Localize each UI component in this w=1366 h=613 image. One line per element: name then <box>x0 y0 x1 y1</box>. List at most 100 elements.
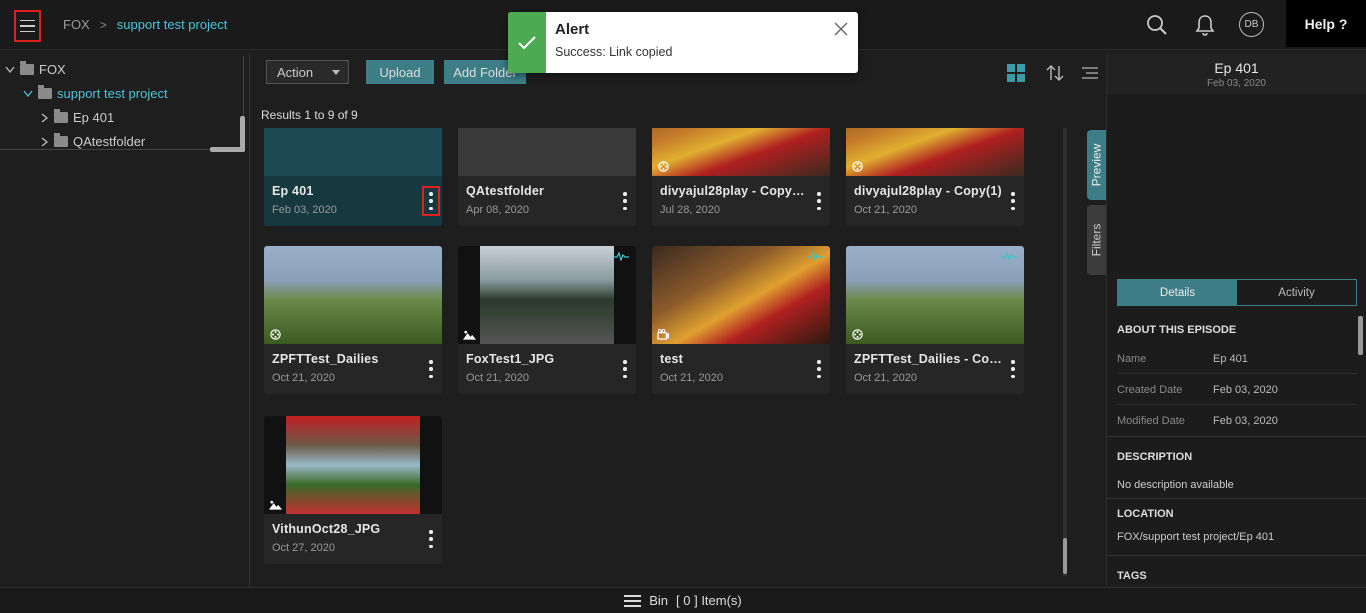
results-count: Results 1 to 9 of 9 <box>261 108 358 122</box>
scroll-thumb[interactable] <box>1063 538 1067 574</box>
more-options-icon[interactable] <box>428 530 434 548</box>
action-dropdown[interactable]: Action <box>266 60 349 84</box>
grid-view-icon[interactable] <box>1007 64 1025 82</box>
about-heading: ABOUT THIS EPISODE <box>1117 324 1237 336</box>
asset-title[interactable]: VithunOct28_JPG <box>272 522 420 536</box>
asset-card[interactable]: divyajul28play - Copy (1) Jul 28, 2020 <box>652 128 830 226</box>
close-icon[interactable] <box>834 22 848 36</box>
search-icon[interactable] <box>1144 12 1170 38</box>
asset-title[interactable]: ZPFTTest_Dailies <box>272 352 420 366</box>
asset-title[interactable]: test <box>660 352 808 366</box>
asset-card[interactable]: ZPFTTest_Dailies - Copy... Oct 21, 2020 <box>846 246 1024 394</box>
sort-icon[interactable] <box>1046 64 1064 82</box>
tab-details[interactable]: Details <box>1118 280 1237 305</box>
asset-title[interactable]: divyajul28play - Copy(1) <box>854 184 1002 198</box>
asset-thumbnail[interactable] <box>652 246 830 344</box>
chevron-right-icon[interactable] <box>41 112 49 123</box>
alert-title: Alert <box>555 21 590 38</box>
asset-title[interactable]: FoxTest1_JPG <box>466 352 614 366</box>
folder-icon <box>38 85 52 99</box>
asset-card[interactable]: FoxTest1_JPG Oct 21, 2020 <box>458 246 636 394</box>
grid-scrollbar[interactable] <box>1063 128 1067 576</box>
chevron-down-icon[interactable] <box>23 90 33 98</box>
asset-card[interactable]: VithunOct28_JPG Oct 27, 2020 <box>264 416 442 564</box>
breadcrumb-current[interactable]: support test project <box>117 17 228 32</box>
bin-bar[interactable]: Bin [ 0 ] Item(s) <box>0 587 1366 613</box>
menu-icon[interactable] <box>14 10 41 42</box>
location-heading: LOCATION <box>1117 508 1174 520</box>
asset-thumbnail[interactable] <box>652 128 830 176</box>
asset-thumbnail[interactable] <box>264 246 442 344</box>
image-icon <box>463 330 476 340</box>
asset-title[interactable]: QAtestfolder <box>466 184 614 198</box>
more-options-icon[interactable] <box>428 360 434 378</box>
breadcrumb-root[interactable]: FOX <box>63 17 90 32</box>
asset-thumbnail[interactable] <box>264 128 442 176</box>
more-options-icon[interactable] <box>816 360 822 378</box>
asset-thumbnail[interactable] <box>846 128 1024 176</box>
film-reel-icon <box>852 161 863 172</box>
more-options-icon[interactable] <box>422 186 440 216</box>
asset-meta: FoxTest1_JPG Oct 21, 2020 <box>458 344 636 394</box>
description-heading: DESCRIPTION <box>1117 451 1193 463</box>
details-header: Ep 401 Feb 03, 2020 <box>1107 54 1366 94</box>
asset-date: Oct 21, 2020 <box>660 372 723 384</box>
horizontal-scrollbar[interactable] <box>210 147 245 152</box>
breadcrumb: FOX > support test project <box>63 17 227 32</box>
divider <box>1107 498 1366 499</box>
asset-date: Oct 21, 2020 <box>854 372 917 384</box>
more-options-icon[interactable] <box>622 360 628 378</box>
tree-item-qatestfolder[interactable]: QAtestfolder <box>41 133 145 149</box>
asset-card[interactable]: QAtestfolder Apr 08, 2020 <box>458 128 636 226</box>
tab-filters[interactable]: Filters <box>1087 205 1106 275</box>
tab-activity[interactable]: Activity <box>1237 280 1356 305</box>
location-text: FOX/support test project/Ep 401 <box>1117 531 1275 543</box>
details-scrollbar[interactable] <box>1358 316 1363 355</box>
folder-tree: FOX support test project Ep 401 QAtestfo… <box>0 54 250 586</box>
film-reel-icon <box>658 161 669 172</box>
tab-filters-label: Filters <box>1089 223 1104 257</box>
tree-item-support-test-project[interactable]: support test project <box>23 85 168 101</box>
asset-thumbnail[interactable] <box>846 246 1024 344</box>
upload-button[interactable]: Upload <box>366 60 434 84</box>
bell-icon[interactable] <box>1192 12 1218 38</box>
asset-date: Oct 21, 2020 <box>466 372 529 384</box>
more-options-icon[interactable] <box>816 192 822 210</box>
tab-preview[interactable]: Preview <box>1087 130 1106 200</box>
help-button[interactable]: Help ? <box>1286 0 1366 47</box>
check-icon <box>508 12 546 73</box>
asset-meta: test Oct 21, 2020 <box>652 344 830 394</box>
details-title: Ep 401 <box>1214 60 1259 76</box>
asset-thumbnail[interactable] <box>458 128 636 176</box>
asset-thumbnail[interactable] <box>264 416 442 514</box>
avatar[interactable]: DB <box>1239 12 1264 37</box>
bin-count: [ 0 ] Item(s) <box>676 593 742 608</box>
asset-title[interactable]: ZPFTTest_Dailies - Copy... <box>854 352 1002 366</box>
chevron-down-icon[interactable] <box>5 66 15 74</box>
video-camera-icon <box>657 329 669 340</box>
asset-thumbnail[interactable] <box>458 246 636 344</box>
asset-card[interactable]: test Oct 21, 2020 <box>652 246 830 394</box>
folder-icon <box>54 109 68 123</box>
asset-card[interactable]: Ep 401 Feb 03, 2020 <box>264 128 442 226</box>
asset-title[interactable]: divyajul28play - Copy (1) <box>660 184 808 198</box>
waveform-icon <box>807 252 823 261</box>
more-options-icon[interactable] <box>1010 192 1016 210</box>
tab-preview-label: Preview <box>1089 143 1104 187</box>
more-options-icon[interactable] <box>622 192 628 210</box>
asset-card[interactable]: ZPFTTest_Dailies Oct 21, 2020 <box>264 246 442 394</box>
asset-date: Jul 28, 2020 <box>660 204 720 216</box>
tree-item-ep-401[interactable]: Ep 401 <box>41 109 114 125</box>
divider <box>1107 555 1366 556</box>
field-key: Created Date <box>1117 383 1183 396</box>
field-modified-date: Modified Date Feb 03, 2020 <box>1117 406 1357 436</box>
more-options-icon[interactable] <box>1010 360 1016 378</box>
tree-item-fox[interactable]: FOX <box>5 61 66 77</box>
field-key: Modified Date <box>1117 415 1185 427</box>
asset-title[interactable]: Ep 401 <box>272 184 420 198</box>
chevron-right-icon[interactable] <box>41 136 49 147</box>
list-view-icon[interactable] <box>1081 64 1099 82</box>
asset-card[interactable]: divyajul28play - Copy(1) Oct 21, 2020 <box>846 128 1024 226</box>
film-reel-icon <box>852 329 863 340</box>
divider <box>0 149 243 150</box>
